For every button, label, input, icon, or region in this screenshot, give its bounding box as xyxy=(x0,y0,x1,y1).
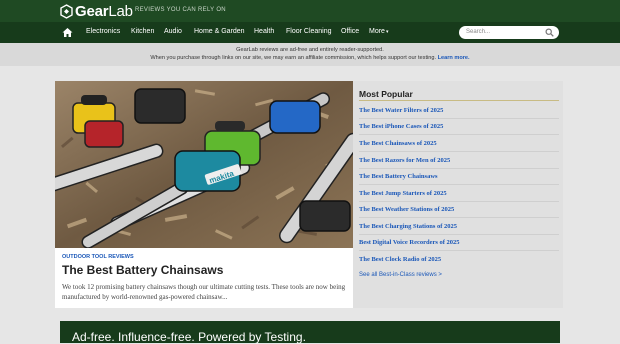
search-icon[interactable] xyxy=(545,28,554,37)
popular-link[interactable]: The Best Battery Chainsaws xyxy=(359,173,438,180)
most-popular-sidebar: Most Popular The Best Water Filters of 2… xyxy=(353,81,563,308)
chainsaws-photo: makita xyxy=(55,81,353,248)
affiliate-notice: GearLab reviews are ad-free and entirely… xyxy=(0,43,620,66)
notice-line-2: When you purchase through links on our s… xyxy=(0,55,620,61)
popular-link[interactable]: The Best Razors for Men of 2025 xyxy=(359,157,450,164)
divider xyxy=(359,217,559,218)
popular-link[interactable]: The Best Clock Radio of 2025 xyxy=(359,256,441,263)
popular-link[interactable]: The Best iPhone Cases of 2025 xyxy=(359,123,443,130)
divider xyxy=(359,118,559,119)
search-input[interactable]: Search... xyxy=(466,29,490,35)
main-nav: Electronics Kitchen Audio Home & Garden … xyxy=(0,22,620,43)
site-tagline: REVIEWS YOU CAN RELY ON xyxy=(135,7,226,13)
gear-logo-icon xyxy=(60,3,73,19)
article-teaser: We took 12 promising battery chainsaws t… xyxy=(62,283,346,301)
chevron-down-icon: ▾ xyxy=(385,29,389,35)
article-title[interactable]: The Best Battery Chainsaws xyxy=(62,263,223,277)
gearlab-logo[interactable]: GearLab xyxy=(60,2,133,20)
home-icon[interactable] xyxy=(62,27,73,38)
site-header: GearLab REVIEWS YOU CAN RELY ON xyxy=(0,0,620,22)
divider xyxy=(359,201,559,202)
search-box[interactable]: Search... xyxy=(459,26,559,39)
promo-banner: Ad-free. Influence-free. Powered by Test… xyxy=(60,321,560,344)
nav-more-label: More xyxy=(369,28,385,35)
nav-floor-cleaning[interactable]: Floor Cleaning xyxy=(286,28,332,35)
nav-more[interactable]: More▾ xyxy=(369,28,388,35)
most-popular-title: Most Popular xyxy=(359,89,413,99)
see-all-link[interactable]: See all Best-in-Class reviews > xyxy=(359,272,442,278)
divider xyxy=(359,151,559,152)
divider xyxy=(359,250,559,251)
featured-article-card[interactable]: OUTDOOR TOOL REVIEWS The Best Battery Ch… xyxy=(55,248,353,308)
nav-audio[interactable]: Audio xyxy=(164,28,182,35)
popular-link[interactable]: The Best Water Filters of 2025 xyxy=(359,107,443,114)
logo-gear-text: Gear xyxy=(75,2,109,20)
notice-line-1: GearLab reviews are ad-free and entirely… xyxy=(236,47,384,53)
divider xyxy=(359,168,559,169)
popular-link[interactable]: The Best Chainsaws of 2025 xyxy=(359,140,437,147)
notice-line-2-text: When you purchase through links on our s… xyxy=(150,55,437,61)
popular-link[interactable]: Best Digital Voice Recorders of 2025 xyxy=(359,239,460,246)
divider xyxy=(359,184,559,185)
nav-kitchen[interactable]: Kitchen xyxy=(131,28,154,35)
banner-text: Ad-free. Influence-free. Powered by Test… xyxy=(72,330,306,344)
nav-electronics[interactable]: Electronics xyxy=(86,28,120,35)
divider xyxy=(359,134,559,135)
divider xyxy=(359,234,559,235)
featured-image[interactable]: makita xyxy=(55,81,353,248)
popular-link[interactable]: The Best Jump Starters of 2025 xyxy=(359,190,447,197)
logo-lab-text: Lab xyxy=(108,2,133,20)
learn-more-link[interactable]: Learn more. xyxy=(438,55,470,61)
popular-link[interactable]: The Best Charging Stations of 2025 xyxy=(359,223,457,230)
article-category[interactable]: OUTDOOR TOOL REVIEWS xyxy=(62,254,134,260)
nav-health[interactable]: Health xyxy=(254,28,274,35)
nav-home-garden[interactable]: Home & Garden xyxy=(194,28,245,35)
nav-office[interactable]: Office xyxy=(341,28,359,35)
title-divider xyxy=(359,100,559,101)
popular-link[interactable]: The Best Weather Stations of 2025 xyxy=(359,206,454,213)
